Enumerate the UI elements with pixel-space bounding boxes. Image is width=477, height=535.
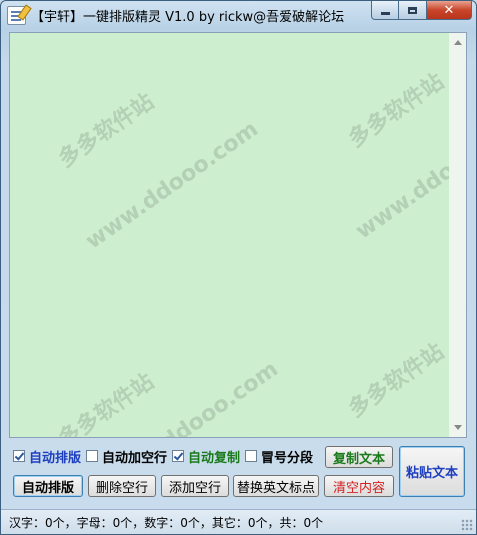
watermark-site: 多多软件站 [344,339,449,423]
auto-copy-checkbox[interactable]: 自动复制 [172,447,240,466]
vertical-scrollbar[interactable] [449,33,466,437]
close-button[interactable]: ✕ [427,1,472,20]
scroll-up-icon[interactable] [454,40,462,45]
text-editor[interactable]: 多多软件站 www.ddooo.com 多多软件站 www.ddooo.com … [9,32,467,438]
main-window: 【宇轩】一键排版精灵 V1.0 by rickw@吾爱破解论坛 ✕ 多多软件站 … [0,0,477,535]
clear-content-button[interactable]: 清空内容 [324,475,394,497]
colon-paragraph-checkbox[interactable]: 冒号分段 [245,447,313,466]
add-blank-lines-button[interactable]: 添加空行 [161,475,229,497]
minimize-icon [380,11,390,15]
options-row: 自动排版 自动加空行 自动复制 冒号分段 [13,447,318,466]
auto-blank-line-checkbox[interactable]: 自动加空行 [86,447,167,466]
resize-grip-icon[interactable] [461,519,473,531]
auto-copy-label: 自动复制 [188,450,241,466]
scroll-down-icon[interactable] [454,425,462,430]
colon-paragraph-label: 冒号分段 [261,450,314,466]
replace-english-punctuation-button[interactable]: 替换英文标点 [233,475,319,497]
maximize-icon [408,6,417,14]
title-bar[interactable]: 【宇轩】一键排版精灵 V1.0 by rickw@吾爱破解论坛 ✕ [1,1,476,29]
close-icon: ✕ [443,2,455,18]
character-count-status: 汉字：0个，字母：0个，数字：0个，其它：0个，共：0个 [9,516,324,530]
checkbox-checked-icon[interactable] [13,450,25,462]
auto-layout-button[interactable]: 自动排版 [13,475,83,497]
auto-layout-checkbox[interactable]: 自动排版 [13,447,81,466]
checkbox-unchecked-icon[interactable] [245,450,258,462]
status-bar: 汉字：0个，字母：0个，数字：0个，其它：0个，共：0个 [1,509,476,534]
checkbox-checked-icon[interactable] [172,450,185,462]
watermark-site: 多多软件站 [54,369,159,438]
watermark-site: 多多软件站 [54,89,159,173]
app-icon[interactable] [7,6,26,25]
window-title: 【宇轩】一键排版精灵 V1.0 by rickw@吾爱破解论坛 [31,10,345,25]
window-controls: ✕ [371,1,472,20]
paste-text-button[interactable]: 粘贴文本 [399,446,465,497]
auto-blank-line-label: 自动加空行 [102,450,168,466]
maximize-button[interactable] [399,1,427,20]
watermark-site: 多多软件站 [344,69,449,153]
copy-text-button[interactable]: 复制文本 [325,446,393,468]
auto-layout-label: 自动排版 [29,450,82,466]
delete-blank-lines-button[interactable]: 删除空行 [88,475,156,497]
minimize-button[interactable] [371,1,399,20]
checkbox-unchecked-icon[interactable] [86,450,99,462]
